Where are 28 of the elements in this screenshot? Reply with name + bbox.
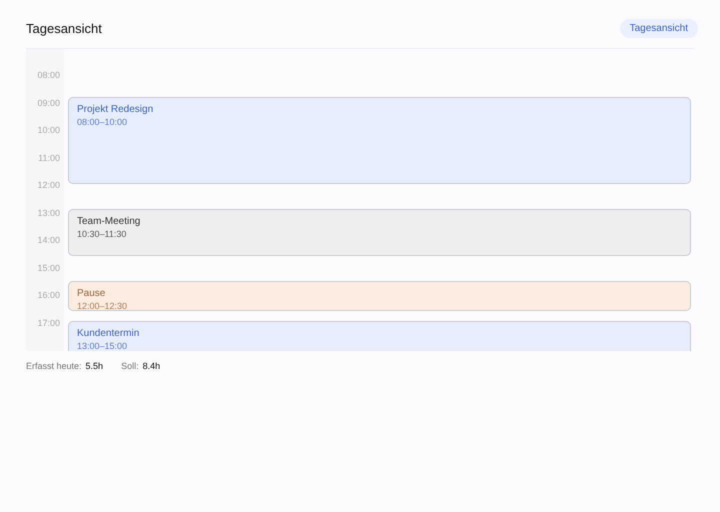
event-block[interactable]: Team-Meeting 10:30–11:30: [68, 209, 691, 256]
event-block[interactable]: Projekt Redesign 08:00–10:00: [68, 97, 691, 184]
view-button[interactable]: Tagesansicht: [620, 18, 698, 38]
event-time: 08:00–10:00: [77, 117, 128, 127]
stat-value: 8.4h: [142, 361, 160, 371]
stat-label: Soll:: [121, 361, 139, 371]
event-time: 12:00–12:30: [77, 301, 128, 311]
hour-label: 09:00: [36, 96, 60, 110]
hour-label: 10:00: [36, 124, 60, 137]
stat-label: Erfasst heute:: [26, 361, 82, 371]
hour-label: 17:00: [36, 316, 60, 330]
hour-label: 13:00: [36, 206, 60, 220]
event-title: Team-Meeting: [77, 216, 142, 227]
hour-label: 14:00: [36, 234, 60, 247]
event-title: Projekt Redesign: [77, 104, 154, 115]
hour-label: 15:00: [36, 262, 60, 274]
event-title: Pause: [77, 288, 106, 299]
stat-value: 5.5h: [86, 361, 104, 371]
event-time: 13:00–15:00: [77, 341, 128, 351]
hour-label: 16:00: [36, 289, 60, 302]
event-time: 10:30–11:30: [77, 229, 128, 239]
hour-label: 12:00: [36, 179, 60, 192]
event-block[interactable]: Kundentermin 13:00–15:00: [68, 321, 691, 351]
event-block[interactable]: Pause 12:00–12:30: [68, 281, 691, 311]
hour-label: 08:00: [36, 69, 60, 82]
event-title: Kundentermin: [77, 328, 140, 339]
hour-label: 11:00: [37, 152, 60, 164]
page-title: Tagesansicht: [26, 20, 102, 36]
